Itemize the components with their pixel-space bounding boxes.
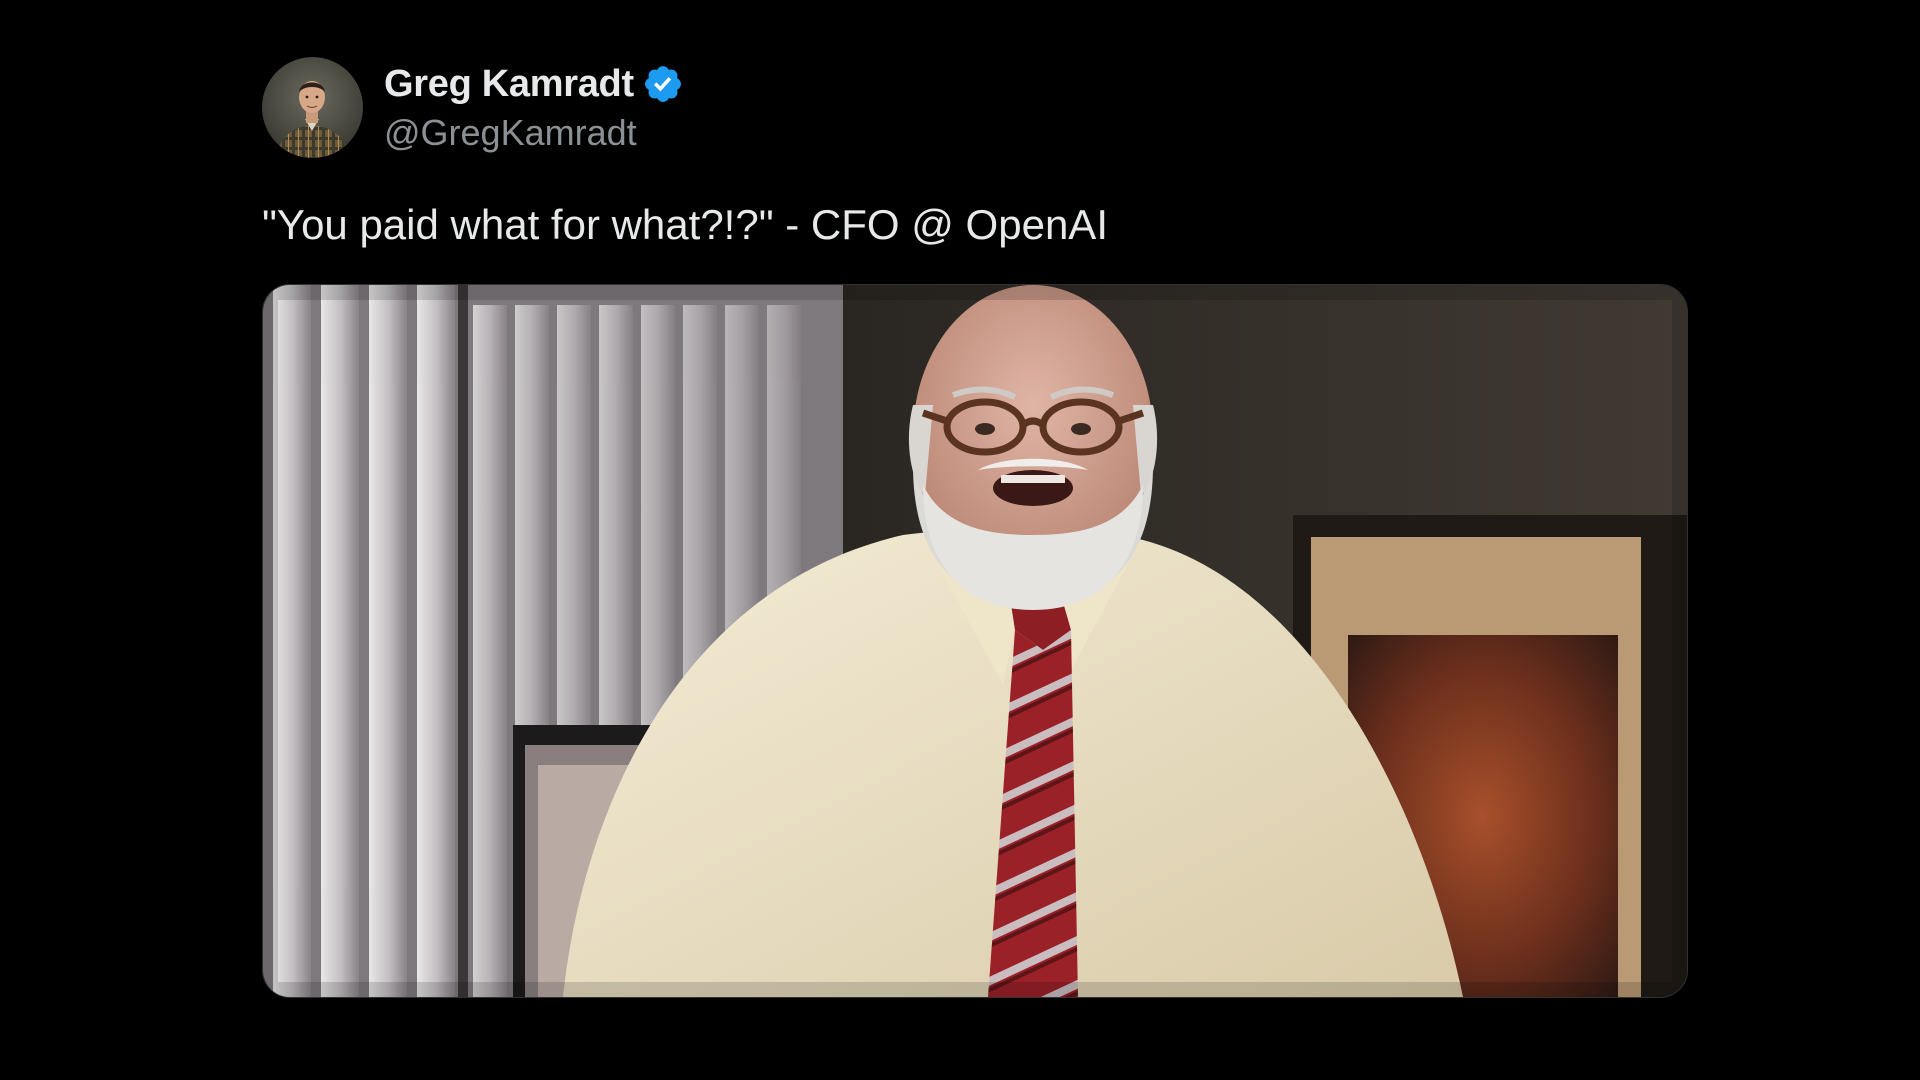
- author-display-name[interactable]: Greg Kamradt: [384, 63, 634, 106]
- avatar[interactable]: [262, 56, 363, 158]
- author-info: Greg Kamradt @GregKamradt: [384, 60, 684, 154]
- avatar-photo-icon: [262, 56, 363, 158]
- author-handle[interactable]: @GregKamradt: [384, 112, 684, 154]
- author-row: Greg Kamradt @GregKamradt: [262, 56, 1688, 158]
- tweet-text: "You paid what for what?!?" - CFO @ Open…: [262, 201, 1108, 248]
- tweet-card[interactable]: Greg Kamradt @GregKamradt "You paid what…: [262, 56, 1688, 998]
- name-line: Greg Kamradt: [384, 60, 684, 108]
- tweet-media-image[interactable]: [262, 284, 1688, 998]
- man-in-office-photo-icon: [263, 285, 1687, 997]
- verified-badge-icon: [642, 63, 684, 105]
